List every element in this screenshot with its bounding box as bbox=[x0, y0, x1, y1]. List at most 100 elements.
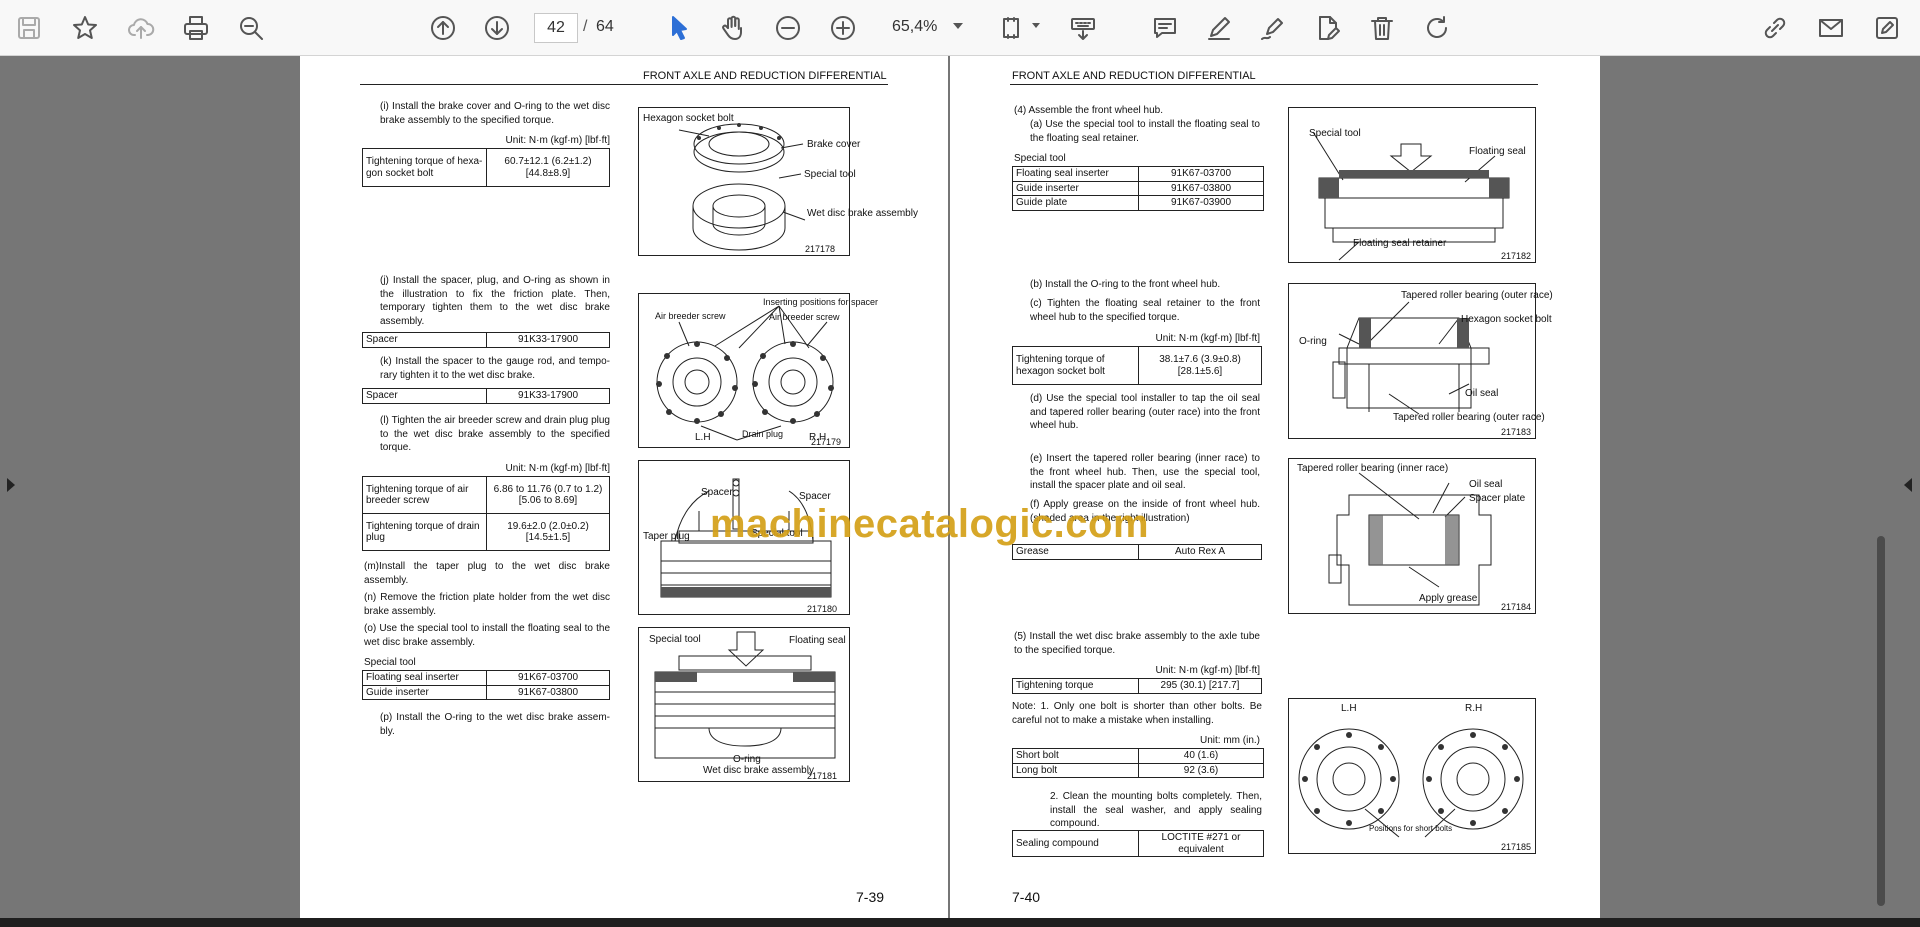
cloud-upload-icon[interactable] bbox=[122, 9, 160, 47]
print-icon[interactable] bbox=[177, 9, 215, 47]
bolt-label: Long bolt bbox=[1012, 762, 1139, 778]
step-4: (4) Assemble the front wheel hub. bbox=[1014, 105, 1163, 116]
document-viewer[interactable]: FRONT AXLE AND REDUCTION DIFFERENTIAL (i… bbox=[0, 56, 1920, 918]
tool-value: 91K67-03800 bbox=[486, 684, 610, 700]
torque-table-1: Tightening torque of hexa-gon socket bol… bbox=[362, 148, 610, 187]
spacer-table-2: Spacer 91K33-17900 bbox=[362, 388, 610, 404]
step-a: (a) Use the special tool to install the … bbox=[1030, 119, 1260, 144]
left-running-header: FRONT AXLE AND REDUCTION DIFFERENTIAL bbox=[643, 70, 887, 82]
zoom-value[interactable]: 65,4% bbox=[892, 18, 937, 36]
right-page: FRONT AXLE AND REDUCTION DIFFERENTIAL (4… bbox=[950, 56, 1600, 918]
figure-floating-seal: Special tool Floating seal O-ring Wet di… bbox=[638, 627, 850, 782]
tool-value: 91K67-03700 bbox=[486, 670, 610, 686]
label-short-bolt-positions: Positions for short bolts bbox=[1369, 824, 1453, 833]
bolt-value: 40 (1.6) bbox=[1138, 748, 1264, 764]
unit-label: Unit: N·m (kgf·m) [lbf·ft] bbox=[505, 135, 610, 146]
torque-value: 38.1±7.6 (3.9±0.8) [28.1±5.6] bbox=[1138, 346, 1262, 385]
pen-square-icon[interactable] bbox=[1868, 9, 1906, 47]
label-tapered-inner: Tapered roller bearing (inner race) bbox=[1297, 463, 1449, 474]
note-2: 2. Clean the mounting bolts completely. … bbox=[1050, 791, 1262, 829]
rotate-icon[interactable] bbox=[1418, 9, 1456, 47]
figure-front-wheel-hub: Tapered roller bearing (outer race) Hexa… bbox=[1288, 283, 1553, 439]
figure-short-bolt-positions: L.H R.H Positions for short bolts 217185 bbox=[1288, 698, 1536, 854]
label-brake-cover: Brake cover bbox=[807, 139, 861, 150]
label-o-ring: O-ring bbox=[1299, 336, 1327, 347]
fit-dropdown-caret[interactable] bbox=[1032, 23, 1040, 28]
special-tool-table: Floating seal inserter 91K67-03700 Guide… bbox=[1012, 166, 1264, 211]
share-link-icon[interactable] bbox=[1756, 9, 1794, 47]
step-c: (c) Tighten the floating seal retainer t… bbox=[1030, 298, 1260, 323]
label-wet-disc-brake: Wet disc brake assembly bbox=[807, 208, 918, 219]
page-number-input[interactable] bbox=[534, 13, 578, 43]
pen-icon[interactable] bbox=[1200, 9, 1238, 47]
special-tool-heading: Special tool bbox=[1014, 153, 1066, 164]
trash-icon[interactable] bbox=[1363, 9, 1401, 47]
comment-icon[interactable] bbox=[1146, 9, 1184, 47]
sealing-label: Sealing compound bbox=[1012, 830, 1139, 857]
tool-label: Guide inserter bbox=[1012, 180, 1139, 196]
figure-brake-cover: Hexagon socket bolt Brake cover Special … bbox=[638, 107, 918, 256]
label-lh: L.H bbox=[1341, 703, 1357, 714]
zoom-dropdown-caret[interactable] bbox=[953, 23, 963, 29]
step-e: (e) Insert the tapered roller bearing (i… bbox=[1030, 453, 1260, 491]
figure-number: 217183 bbox=[1501, 427, 1532, 437]
step-o: (o) Use the special tool to install the … bbox=[364, 623, 610, 648]
label-wet-disc-brake: Wet disc brake assembly bbox=[703, 765, 814, 776]
label-special-tool: Special tool bbox=[649, 634, 701, 645]
torque-label: Tightening torque of air breeder screw bbox=[362, 476, 487, 514]
scrollbar-thumb[interactable] bbox=[1877, 536, 1885, 906]
hand-icon[interactable] bbox=[714, 9, 752, 47]
tool-value: 91K67-03800 bbox=[1138, 180, 1264, 196]
star-icon[interactable] bbox=[66, 9, 104, 47]
step-5: (5) Install the wet disc brake assembly … bbox=[1014, 631, 1260, 656]
label-oil-seal: Oil seal bbox=[1469, 479, 1503, 490]
figure-number: 217182 bbox=[1501, 251, 1532, 261]
spacer-label: Spacer bbox=[362, 388, 487, 404]
sign-icon[interactable] bbox=[1254, 9, 1292, 47]
unit-label: Unit: N·m (kgf·m) [lbf·ft] bbox=[1155, 333, 1260, 344]
step-j: (j) Install the spacer, plug, and O-ring… bbox=[380, 275, 610, 327]
arrow-up-circle-icon[interactable] bbox=[424, 9, 462, 47]
bolt-table: Short bolt 40 (1.6) Long bolt 92 (3.6) bbox=[1012, 748, 1264, 778]
label-hexagon-socket-bolt: Hexagon socket bolt bbox=[1461, 314, 1552, 325]
label-spacer-left: Spacer bbox=[701, 487, 733, 498]
edit-pdf-icon[interactable] bbox=[1309, 9, 1347, 47]
label-special-tool: Special tool bbox=[804, 169, 856, 180]
figure-spacer-positions: Inserting positions for spacer Air breed… bbox=[638, 293, 878, 448]
torque-label: Tightening torque of hexa-gon socket bol… bbox=[362, 148, 487, 187]
figure-tapered-roller-inner: Tapered roller bearing (inner race) Oil … bbox=[1288, 458, 1536, 614]
zoom-out-icon[interactable] bbox=[769, 9, 807, 47]
cursor-icon[interactable] bbox=[660, 9, 698, 47]
keyboard-icon[interactable] bbox=[1064, 9, 1102, 47]
label-hexagon-socket-bolt: Hexagon socket bolt bbox=[643, 113, 734, 124]
step-l: (l) Tighten the air breeder screw and dr… bbox=[380, 415, 610, 453]
label-drain-plug: Drain plug bbox=[742, 429, 784, 439]
label-floating-seal: Floating seal bbox=[789, 635, 846, 646]
arrow-down-circle-icon[interactable] bbox=[478, 9, 516, 47]
page-total: 64 bbox=[596, 18, 614, 35]
bottom-strip bbox=[0, 918, 1920, 927]
torque-value: 19.6±2.0 (2.0±0.2) [14.5±1.5] bbox=[486, 513, 610, 551]
previous-page-arrow-icon[interactable] bbox=[7, 478, 15, 492]
label-special-tool: Special tool bbox=[1309, 128, 1361, 139]
unit-label: Unit: N·m (kgf·m) [lbf·ft] bbox=[1155, 665, 1260, 676]
sealing-value: LOCTITE #271 or equivalent bbox=[1138, 830, 1264, 857]
next-page-arrow-icon[interactable] bbox=[1904, 478, 1912, 492]
watermark: machinecatalogic.com bbox=[710, 502, 1150, 546]
step-b: (b) Install the O-ring to the front whee… bbox=[1030, 279, 1221, 290]
zoom-search-icon[interactable] bbox=[232, 9, 270, 47]
save-icon[interactable] bbox=[10, 9, 48, 47]
bolt-value: 92 (3.6) bbox=[1138, 762, 1264, 778]
right-running-header: FRONT AXLE AND REDUCTION DIFFERENTIAL bbox=[1012, 70, 1256, 82]
header-rule bbox=[360, 84, 888, 85]
torque-label: Tightening torque bbox=[1012, 678, 1139, 694]
zoom-in-icon[interactable] bbox=[824, 9, 862, 47]
step-m: (m)Install the taper plug to the wet dis… bbox=[364, 561, 610, 586]
step-d: (d) Use the special tool installer to ta… bbox=[1030, 393, 1260, 431]
spacer-value: 91K33-17900 bbox=[486, 388, 610, 404]
header-rule bbox=[1010, 84, 1538, 85]
tool-label: Floating seal inserter bbox=[1012, 166, 1139, 182]
email-icon[interactable] bbox=[1812, 9, 1850, 47]
label-spacer-right: Spacer bbox=[799, 491, 831, 502]
fit-page-icon[interactable] bbox=[994, 9, 1032, 47]
